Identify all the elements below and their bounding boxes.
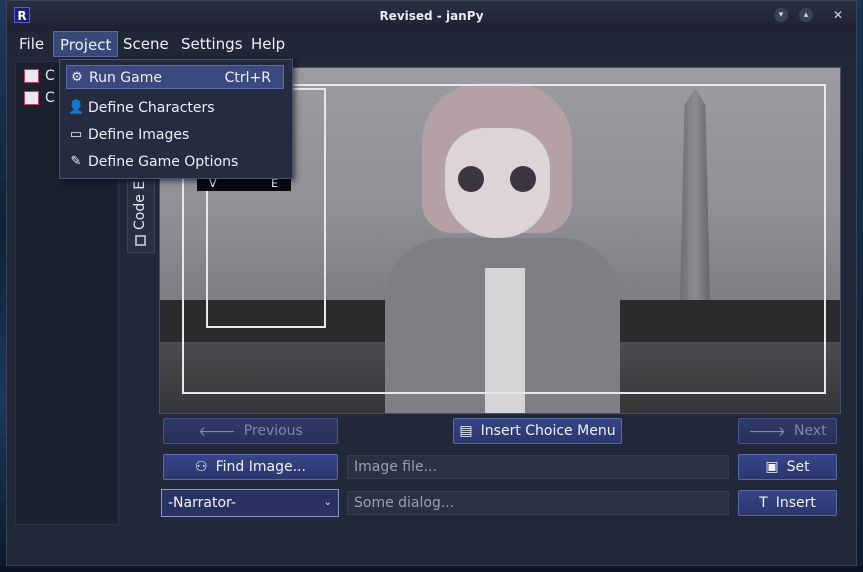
menu-item-label: Run Game [89, 70, 162, 86]
menu-bar: File Project Scene Settings Help [7, 31, 856, 57]
set-label: Set [786, 459, 810, 475]
menu-item-define-characters[interactable]: 👤 Define Characters [60, 96, 292, 120]
find-image-button[interactable]: ⚇ Find Image... [163, 454, 338, 480]
menu-item-label: Define Game Options [88, 154, 239, 170]
menu-item-define-game-options[interactable]: ✎ Define Game Options [60, 150, 292, 174]
menu-item-run-game[interactable]: ⚙ Run Game Ctrl+R [66, 65, 284, 89]
desktop-background-bottom [0, 566, 863, 572]
tree-item-label: C [45, 68, 55, 84]
menu-settings[interactable]: Settings [175, 31, 249, 57]
previous-button[interactable]: 🡐 Previous [163, 418, 338, 444]
set-button[interactable]: ▣ Set [738, 454, 837, 480]
arrow-right-icon: 🡒 [748, 423, 786, 440]
binoculars-icon: ⚇ [195, 459, 208, 475]
insert-choice-label: Insert Choice Menu [480, 423, 616, 439]
tools-icon: ✎ [70, 154, 82, 169]
scene-icon [24, 69, 39, 83]
menu-item-shortcut: Ctrl+R [224, 70, 271, 86]
tree-item-label: C [45, 90, 55, 106]
menu-project[interactable]: Project [53, 31, 119, 57]
insert-button[interactable]: T Insert [738, 490, 837, 516]
find-image-label: Find Image... [215, 459, 306, 475]
list-icon: ▤ [459, 423, 473, 439]
scene-icon [24, 91, 39, 105]
menu-file[interactable]: File [13, 31, 50, 57]
character-select[interactable]: -Narrator- ⌄ [161, 489, 339, 517]
arrow-left-icon: 🡐 [198, 423, 236, 440]
image-icon: ▭ [69, 127, 83, 142]
character-select-value: -Narrator- [168, 495, 236, 511]
set-image-icon: ▣ [765, 459, 779, 475]
title-bar[interactable]: R Revised - janPy ▾ ▴ ✕ [7, 1, 856, 31]
menu-item-define-images[interactable]: ▭ Define Images [60, 123, 292, 147]
previous-label: Previous [243, 423, 303, 439]
desktop-background-right [857, 0, 863, 572]
dialog-input[interactable]: Some dialog... [347, 491, 729, 515]
maximize-icon[interactable]: ▴ [799, 8, 813, 22]
insert-choice-menu-button[interactable]: ▤ Insert Choice Menu [453, 418, 622, 444]
insert-text-icon: T [759, 495, 768, 511]
next-button[interactable]: 🡒 Next [738, 418, 837, 444]
chevron-down-icon: ⌄ [323, 497, 332, 508]
dock-float-icon[interactable] [135, 235, 146, 246]
tree-item[interactable]: C [24, 68, 55, 88]
close-icon[interactable]: ✕ [831, 8, 845, 22]
person-icon: 👤 [68, 100, 85, 115]
next-label: Next [793, 423, 827, 439]
tree-item[interactable]: C [24, 90, 55, 110]
main-window: R Revised - janPy ▾ ▴ ✕ File Project Sce… [6, 0, 857, 566]
project-menu-dropdown: ⚙ Run Game Ctrl+R 👤 Define Characters ▭ … [59, 59, 293, 179]
menu-help[interactable]: Help [245, 31, 291, 57]
menu-scene[interactable]: Scene [117, 31, 175, 57]
minimize-icon[interactable]: ▾ [774, 8, 788, 22]
gear-icon: ⚙ [71, 70, 83, 85]
logo-bar: V E [197, 177, 291, 191]
menu-item-label: Define Characters [88, 100, 215, 116]
image-file-input[interactable]: Image file... [347, 455, 729, 479]
menu-item-label: Define Images [88, 127, 190, 143]
insert-label: Insert [775, 495, 816, 511]
window-title: Revised - janPy [379, 9, 484, 23]
